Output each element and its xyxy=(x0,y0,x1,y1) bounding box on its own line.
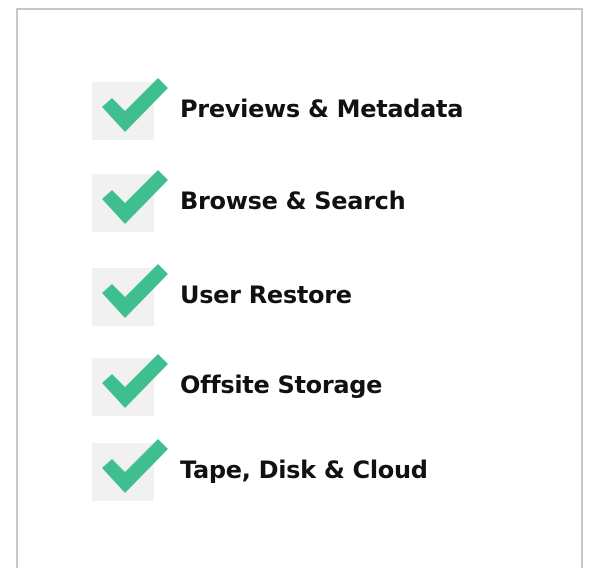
checkmark-icon xyxy=(102,78,168,132)
checkmark-icon xyxy=(102,170,168,224)
feature-label: Tape, Disk & Cloud xyxy=(180,456,428,484)
feature-item-user-restore: User Restore xyxy=(92,260,532,326)
feature-label: User Restore xyxy=(180,281,352,309)
feature-label: Browse & Search xyxy=(180,187,406,215)
feature-item-browse-search: Browse & Search xyxy=(92,166,532,232)
checkmark-icon xyxy=(102,264,168,318)
feature-label: Previews & Metadata xyxy=(180,95,464,123)
checkmark-icon xyxy=(102,439,168,493)
feature-label: Offsite Storage xyxy=(180,371,383,399)
feature-card: Previews & Metadata Browse & Search User… xyxy=(16,8,583,568)
feature-item-previews-metadata: Previews & Metadata xyxy=(92,74,532,140)
feature-item-offsite-storage: Offsite Storage xyxy=(92,350,532,416)
checkmark-icon xyxy=(102,354,168,408)
feature-item-tape-disk-cloud: Tape, Disk & Cloud xyxy=(92,435,532,501)
